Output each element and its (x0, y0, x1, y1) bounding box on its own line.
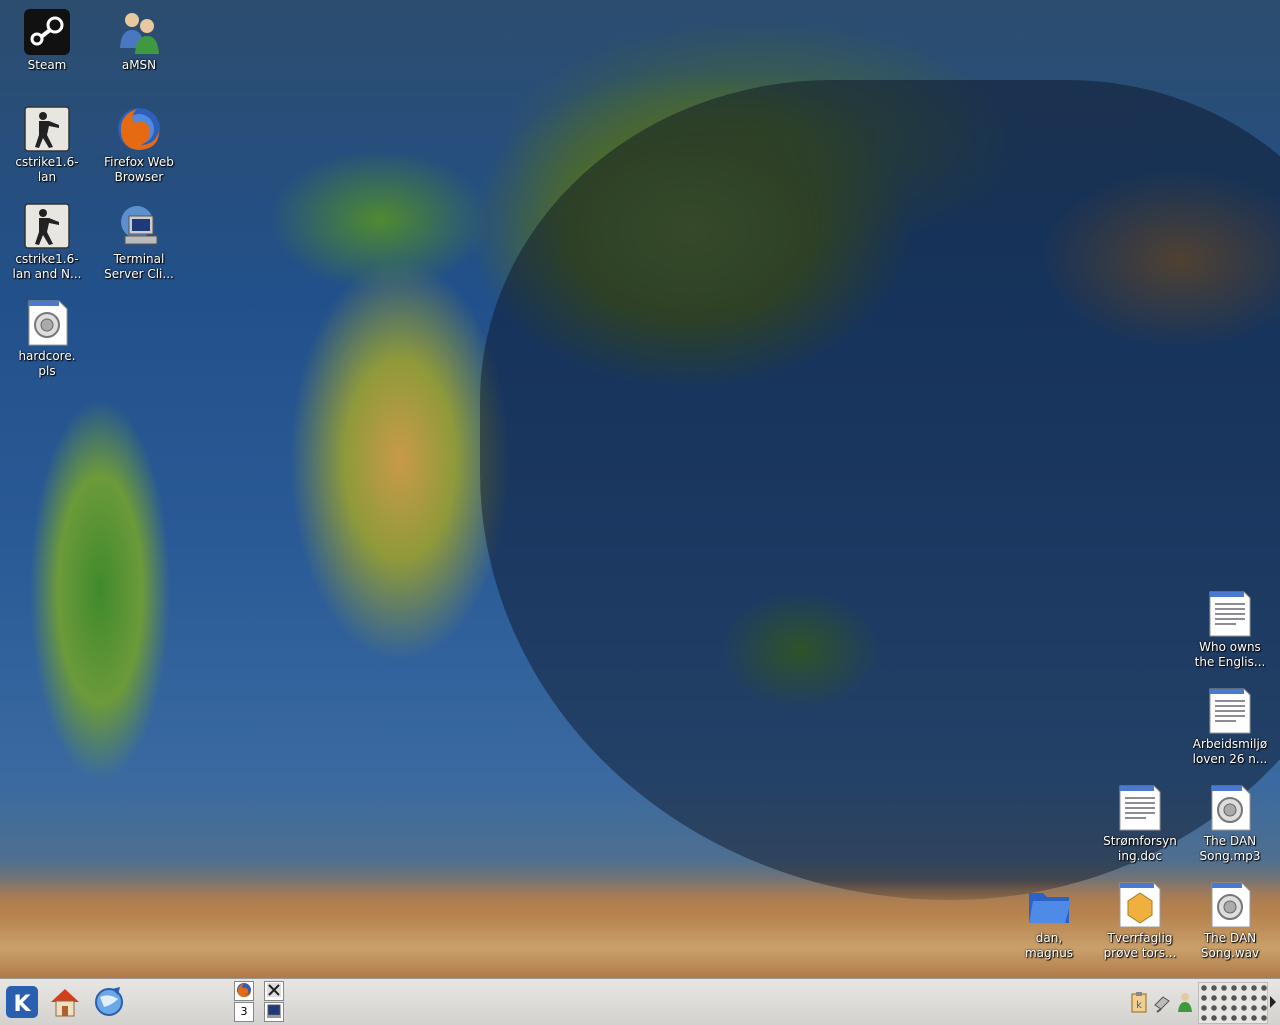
terminal-server-icon (115, 202, 163, 250)
counter-strike-icon (23, 105, 71, 153)
kde-panel: K 3 k (0, 978, 1280, 1025)
desktop-icon-label: Who owns the Englis... (1194, 640, 1266, 669)
svg-text:K: K (13, 992, 31, 1017)
document-icon (1116, 881, 1164, 929)
desktop-icon-label: Tverrfaglig prøve tors... (1103, 931, 1177, 960)
firefox-icon (237, 983, 251, 997)
desktop-icon-dan-magnus[interactable]: dan, magnus (1006, 881, 1092, 961)
desktop-icon-label: Strømforsyn ing.doc (1103, 834, 1177, 863)
desktop-wallpaper: Steam aMSN cstrike1.6- lan Firefox Web B… (0, 0, 1280, 978)
desktop-icon-firefox[interactable]: Firefox Web Browser (96, 105, 182, 185)
desktop-icon-label: Firefox Web Browser (104, 155, 174, 184)
document-icon (1206, 687, 1254, 735)
klipper-tray-button[interactable]: k (1130, 991, 1148, 1013)
night-shadow-overlay (480, 80, 1280, 900)
desktop-icon-steam[interactable]: Steam (4, 8, 90, 73)
desktop-icon-amsn[interactable]: aMSN (96, 8, 182, 73)
taskbar-x-task[interactable] (264, 981, 284, 1001)
desktop-icon-label: aMSN (121, 58, 157, 72)
desktop-icon-dan-song-wav[interactable]: The DAN Song.wav (1187, 881, 1273, 961)
desktop-icon-hardcore-pls[interactable]: hardcore. pls (4, 299, 90, 379)
terminal-icon (267, 1004, 281, 1018)
desktop-icon-label: Steam (27, 58, 67, 72)
document-icon (1206, 590, 1254, 638)
desktop-icon-label: The DAN Song.wav (1200, 931, 1260, 960)
panel-hide-arrow[interactable] (1268, 993, 1278, 1011)
steam-icon (23, 8, 71, 56)
audio-playlist-icon (23, 299, 71, 347)
desktop-icon-label: dan, magnus (1024, 931, 1074, 960)
desktop-icon-stromforsyning[interactable]: Strømforsyn ing.doc (1097, 784, 1183, 864)
chevron-right-icon (1270, 996, 1276, 1008)
x-window-icon (267, 983, 281, 997)
amsn-buddies-icon (115, 8, 163, 56)
audio-file-icon (1206, 881, 1254, 929)
desktop-icon-cstrike-lan[interactable]: cstrike1.6- lan (4, 105, 90, 185)
firefox-icon (115, 105, 163, 153)
audio-file-icon (1206, 784, 1254, 832)
document-icon (1116, 784, 1164, 832)
desktop-icon-label: Arbeidsmiljø loven 26 n... (1192, 737, 1268, 766)
taskbar-firefox-task[interactable] (234, 981, 254, 1001)
home-folder-icon (51, 989, 79, 1017)
desktop-icon-dan-song-mp3[interactable]: The DAN Song.mp3 (1187, 784, 1273, 864)
network-tray-button[interactable] (1153, 991, 1171, 1013)
desktop-icon-tverrfaglig[interactable]: Tverrfaglig prøve tors... (1097, 881, 1183, 961)
folder-icon (1025, 881, 1073, 929)
desktop-icon-label: Terminal Server Cli... (104, 252, 174, 281)
desktop-icon-label: The DAN Song.mp3 (1199, 834, 1261, 863)
desktop-icon-label: cstrike1.6- lan (15, 155, 79, 184)
network-icon (1154, 996, 1170, 1013)
desktop-icon-label: hardcore. pls (18, 349, 76, 378)
desktop-icon-arbeidsmiljo[interactable]: Arbeidsmiljø loven 26 n... (1187, 687, 1273, 767)
counter-strike-icon (23, 202, 71, 250)
dot-matrix-clock[interactable] (1198, 982, 1268, 1024)
pager-desktop-current[interactable]: 3 (234, 1002, 254, 1022)
svg-text:k: k (1136, 1000, 1142, 1011)
desktop-icon-cstrike-lan-and[interactable]: cstrike1.6- lan and N... (4, 202, 90, 282)
user-icon (1178, 993, 1192, 1012)
home-folder-button[interactable] (46, 983, 84, 1021)
konqueror-browser-icon (95, 987, 123, 1016)
desktop-icon-who-owns[interactable]: Who owns the Englis... (1187, 590, 1273, 670)
clipboard-icon: k (1131, 992, 1147, 1013)
kde-menu-icon: K (6, 986, 38, 1018)
konqueror-browser-button[interactable] (90, 983, 128, 1021)
user-tray-button[interactable] (1176, 991, 1194, 1013)
desktop-icon-terminal-server-client[interactable]: Terminal Server Cli... (96, 202, 182, 282)
desktop-icon-label: cstrike1.6- lan and N... (12, 252, 82, 281)
taskbar-terminal-task[interactable] (264, 1002, 284, 1022)
kde-menu-button[interactable]: K (3, 983, 41, 1021)
